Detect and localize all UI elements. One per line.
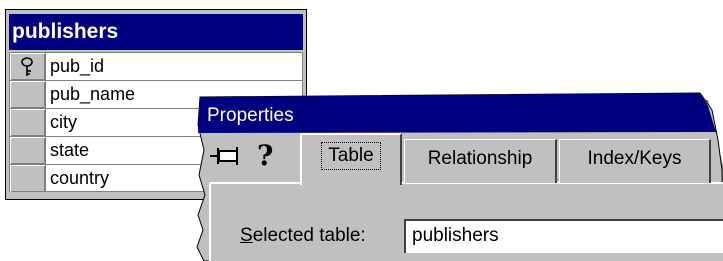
tab-label: Relationship xyxy=(427,148,533,169)
pushpin-icon[interactable] xyxy=(209,145,243,167)
selected-table-label: Selected table: xyxy=(240,222,366,250)
selected-table-field[interactable]: publishers xyxy=(404,219,723,253)
selected-table-label-text: elected table: xyxy=(252,225,366,246)
tab-label: Table xyxy=(321,142,381,170)
tab-label: Index/Keys xyxy=(587,148,682,169)
tab-relationship[interactable]: Relationship xyxy=(404,139,557,183)
tab-index-keys[interactable]: Index/Keys xyxy=(559,139,711,183)
screenshot-stage: publishers pub_id pub_name city state co… xyxy=(0,0,723,261)
properties-title: Properties xyxy=(207,105,294,126)
help-icon[interactable]: ? xyxy=(257,141,273,171)
tab-table[interactable]: Table xyxy=(300,133,402,185)
accelerator-key: S xyxy=(240,225,253,246)
